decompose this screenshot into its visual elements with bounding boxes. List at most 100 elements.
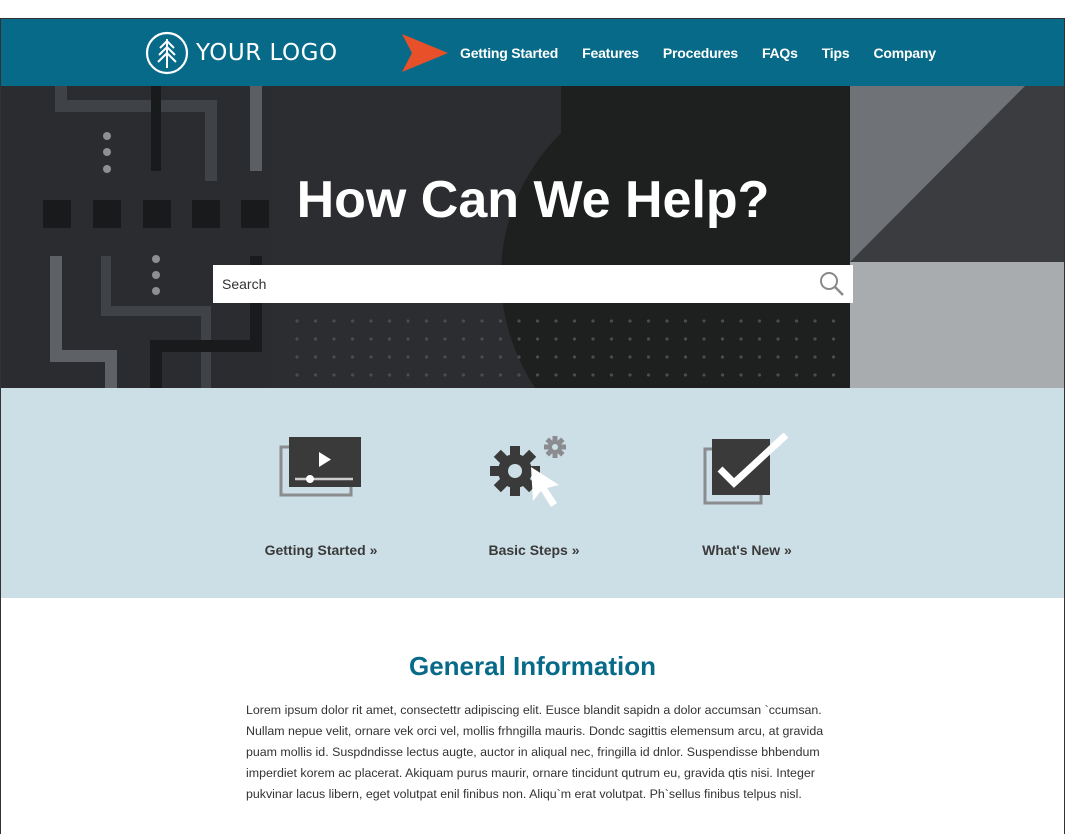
hero-dot xyxy=(554,373,558,377)
quick-link-label: What's New » xyxy=(702,542,792,558)
hero-dot xyxy=(572,355,577,359)
quick-link-whats-new[interactable]: What's New » xyxy=(657,388,837,598)
hero-dot xyxy=(480,337,484,341)
hero-dot xyxy=(387,355,392,359)
hero-title: How Can We Help? xyxy=(296,171,770,229)
hero-dot xyxy=(424,355,429,359)
hero-dot xyxy=(683,355,688,359)
nav-link-features[interactable]: Features xyxy=(582,45,639,61)
hero-dot xyxy=(776,355,780,359)
hero-dot xyxy=(813,319,817,323)
hero-dot xyxy=(498,373,503,377)
hero-dot xyxy=(461,319,466,323)
video-player-icon xyxy=(279,437,361,497)
hero-dot xyxy=(387,373,392,377)
hero-dot xyxy=(591,373,595,377)
hero-dot xyxy=(461,337,466,341)
hero-dot xyxy=(776,373,780,377)
hero-dot xyxy=(332,319,336,323)
nav-link-faqs[interactable]: FAQs xyxy=(762,45,798,61)
hero-dot xyxy=(387,319,392,323)
hero-dot xyxy=(517,319,521,323)
hero-dot xyxy=(498,319,503,323)
paper-plane-arrow-icon xyxy=(402,34,448,72)
logo-text: YOUR LOGO xyxy=(196,40,338,66)
hero-dot xyxy=(665,373,669,377)
hero-dot xyxy=(406,319,410,323)
hero-dot xyxy=(554,337,558,341)
hero-dot xyxy=(646,319,651,323)
hero-dot xyxy=(609,337,614,341)
hero-dot xyxy=(517,373,521,377)
hero-dot xyxy=(350,373,355,377)
hero-dot xyxy=(572,337,577,341)
nav-link-company[interactable]: Company xyxy=(873,45,936,61)
hero-dot xyxy=(295,337,299,341)
hero-dot xyxy=(406,355,410,359)
hero-banner: How Can We Help? xyxy=(1,86,1064,388)
hero-dot xyxy=(739,355,743,359)
site-header: YOUR LOGO Getting Started Features Proce… xyxy=(1,19,1064,86)
hero-dot xyxy=(369,319,373,323)
nav-link-procedures[interactable]: Procedures xyxy=(663,45,738,61)
hero-dot xyxy=(628,319,632,323)
hero-dot xyxy=(739,373,743,377)
hero-dot xyxy=(757,319,762,323)
hero-dot xyxy=(313,373,318,377)
hero-dot xyxy=(646,373,651,377)
hero-dot xyxy=(628,337,632,341)
hero-dot xyxy=(720,373,725,377)
hero-dot xyxy=(702,355,706,359)
hero-dot xyxy=(720,319,725,323)
hero-dot xyxy=(794,337,799,341)
hero-dot xyxy=(406,373,410,377)
hero-dot xyxy=(720,337,725,341)
hero-dot xyxy=(609,319,614,323)
quick-link-label: Getting Started » xyxy=(264,542,378,558)
hero-dot xyxy=(683,319,688,323)
quick-link-getting-started[interactable]: Getting Started » xyxy=(231,388,411,598)
section-body: Lorem ipsum dolor rit amet, consectettr … xyxy=(246,703,824,801)
nav-link-tips[interactable]: Tips xyxy=(822,45,850,61)
hero-dot xyxy=(480,319,484,323)
checkbox-check-icon xyxy=(703,433,789,505)
nav-link-getting-started[interactable]: Getting Started xyxy=(460,45,558,61)
hero-dot xyxy=(535,355,540,359)
hero-dot xyxy=(461,373,466,377)
search-input[interactable] xyxy=(213,265,819,303)
hero-dot xyxy=(665,319,669,323)
hero-dot xyxy=(572,373,577,377)
hero-dot xyxy=(498,337,503,341)
hero-dot xyxy=(332,373,336,377)
hero-dot xyxy=(443,373,447,377)
hero-dot xyxy=(813,337,817,341)
hero-dot xyxy=(702,319,706,323)
hero-dot xyxy=(591,337,595,341)
hero-dot xyxy=(369,373,373,377)
hero-dot xyxy=(702,373,706,377)
hero-dot xyxy=(480,373,484,377)
hero-dot xyxy=(776,337,780,341)
hero-dot xyxy=(535,337,540,341)
search-icon[interactable] xyxy=(819,271,845,297)
quick-link-basic-steps[interactable]: Basic Steps » xyxy=(444,388,624,598)
hero-dot xyxy=(831,337,836,341)
hero-dot xyxy=(609,355,614,359)
gear-cursor-icon xyxy=(490,436,566,507)
hero-dot xyxy=(369,355,373,359)
hero-dot xyxy=(535,319,540,323)
section-title: General Information xyxy=(408,651,657,681)
hero-dot xyxy=(424,319,429,323)
hero-dot xyxy=(683,373,688,377)
logo[interactable]: YOUR LOGO xyxy=(145,30,338,76)
main-nav: Getting Started Features Procedures FAQs… xyxy=(460,19,960,86)
hero-dot xyxy=(350,319,355,323)
hero-background-art xyxy=(1,86,1064,388)
hero-dot xyxy=(443,355,447,359)
hero-dot xyxy=(424,337,429,341)
hero-dot xyxy=(498,355,503,359)
hero-dot xyxy=(572,319,577,323)
hero-dot xyxy=(757,355,762,359)
hero-dot xyxy=(332,337,336,341)
search-bar xyxy=(213,265,853,303)
